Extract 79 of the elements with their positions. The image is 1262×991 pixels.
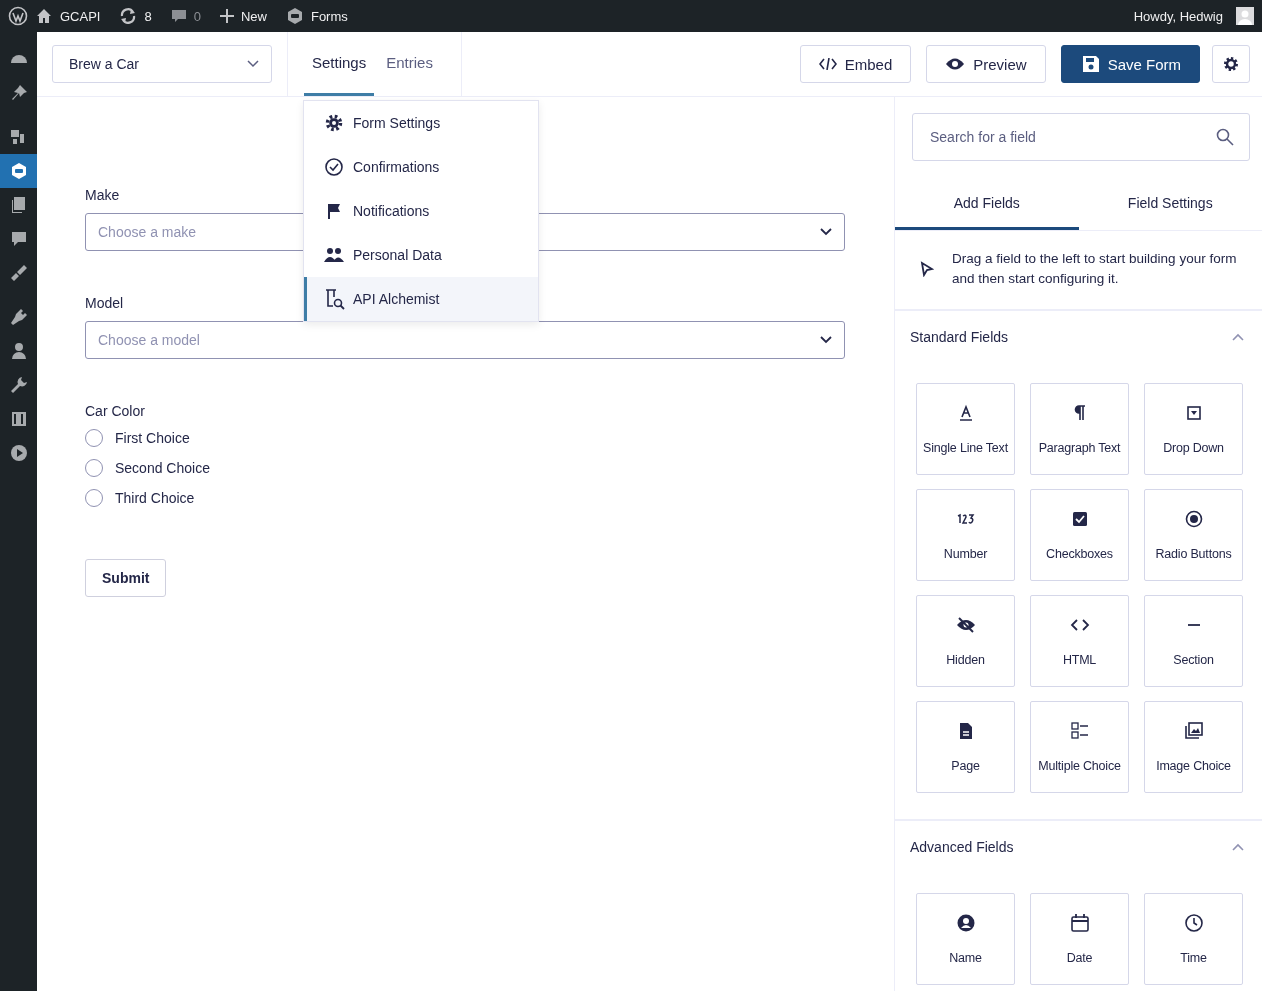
site-name-link[interactable]: GCAPI (60, 8, 101, 24)
field-type-button[interactable]: Page (916, 701, 1015, 793)
field-type-button[interactable]: Time (1144, 893, 1243, 985)
field-type-button[interactable]: Radio Buttons (1144, 489, 1243, 581)
new-link[interactable]: New (240, 8, 267, 24)
field-type-button[interactable]: Image Choice (1144, 701, 1243, 793)
wordpress-logo-icon[interactable] (8, 6, 28, 26)
field-type-button[interactable]: Number (916, 489, 1015, 581)
flask-search-icon (323, 288, 345, 310)
sidebar-menu-item[interactable] (0, 154, 37, 188)
chevron-down-icon (820, 336, 832, 344)
panel-tab[interactable]: Field Settings (1078, 179, 1262, 230)
radio-icon (1183, 509, 1204, 529)
save-form-button[interactable]: Save Form (1060, 45, 1200, 83)
comment-icon (9, 230, 28, 248)
field-type-button[interactable]: Section (1144, 595, 1243, 687)
user-icon (9, 342, 28, 360)
checklist-icon (1069, 721, 1090, 741)
field-type-button[interactable]: Drop Down (1144, 383, 1243, 475)
field-type-button[interactable]: Hidden (916, 595, 1015, 687)
clock-icon (1183, 913, 1204, 933)
hint-text: Drag a field to the left to start building your form and then start configuring it. (952, 250, 1238, 288)
settings-icon (1223, 56, 1239, 72)
cursor-icon (920, 261, 934, 277)
settings-menu-item[interactable]: Form Settings (304, 101, 538, 145)
home-icon[interactable] (35, 7, 53, 25)
settings-menu-item[interactable]: API Alchemist (304, 277, 538, 321)
settings-menu-item[interactable]: Confirmations (304, 145, 538, 189)
preview-button[interactable]: Preview (926, 45, 1046, 83)
forms-logo-icon[interactable] (285, 7, 304, 25)
greeting-link[interactable]: Howdy, Hedwig (1133, 8, 1223, 24)
pages-icon (9, 196, 28, 214)
eye-icon (945, 57, 966, 71)
panel-tab[interactable]: Add Fields (895, 179, 1079, 230)
chevron-down-icon (247, 60, 259, 68)
comments-count[interactable]: 0 (193, 8, 201, 24)
search-field[interactable]: Search for a field (912, 113, 1250, 161)
forms-icon (9, 162, 28, 180)
updates-count[interactable]: 8 (144, 8, 152, 24)
check-circle-icon (323, 158, 345, 176)
dash-icon (1186, 623, 1201, 627)
form-selector[interactable]: Brew a Car (52, 45, 272, 83)
plus-icon[interactable] (219, 9, 234, 23)
toolbar-tab[interactable]: Settings (304, 32, 375, 96)
section-header[interactable]: Advanced Fields (895, 821, 1262, 855)
section-header[interactable]: Standard Fields (895, 311, 1262, 345)
chevron-icon (1232, 843, 1244, 851)
user-circle-icon (955, 913, 976, 933)
calendar-icon (1069, 913, 1090, 933)
settings-icon (323, 114, 345, 132)
wrench-icon (9, 376, 28, 394)
toolbar-tab[interactable]: Entries (378, 32, 441, 96)
field-type-button[interactable]: Multiple Choice (1030, 701, 1129, 793)
field-type-button[interactable]: Paragraph Text (1030, 383, 1129, 475)
field-type-button[interactable]: Checkboxes (1030, 489, 1129, 581)
search-icon (1216, 128, 1234, 146)
field-label: Car Color (85, 403, 145, 419)
radio-label: First Choice (115, 430, 190, 446)
chevron-icon (1232, 333, 1244, 341)
people-icon (323, 247, 345, 263)
field-type-button[interactable]: Single Line Text (916, 383, 1015, 475)
images-icon (1183, 721, 1204, 741)
field-type-button[interactable]: HTML (1030, 595, 1129, 687)
radio-label: Second Choice (115, 460, 210, 476)
field-type-button[interactable]: Date (1030, 893, 1129, 985)
embed-button[interactable]: Embed (799, 45, 912, 83)
comment-icon[interactable] (170, 8, 187, 24)
chevron-down-icon (820, 228, 832, 236)
settings-button[interactable] (1212, 45, 1250, 83)
field-label: Model (85, 295, 124, 311)
forms-link[interactable]: Forms (310, 8, 348, 24)
submit-button[interactable]: Submit (85, 559, 167, 597)
field-label: Make (85, 187, 120, 203)
field-type-button[interactable]: Name (916, 893, 1015, 985)
radio-label: Third Choice (115, 490, 195, 506)
refresh-icon[interactable] (119, 7, 138, 25)
eye-slash-icon (955, 615, 976, 635)
play-icon (9, 444, 28, 462)
code-icon (818, 58, 837, 70)
